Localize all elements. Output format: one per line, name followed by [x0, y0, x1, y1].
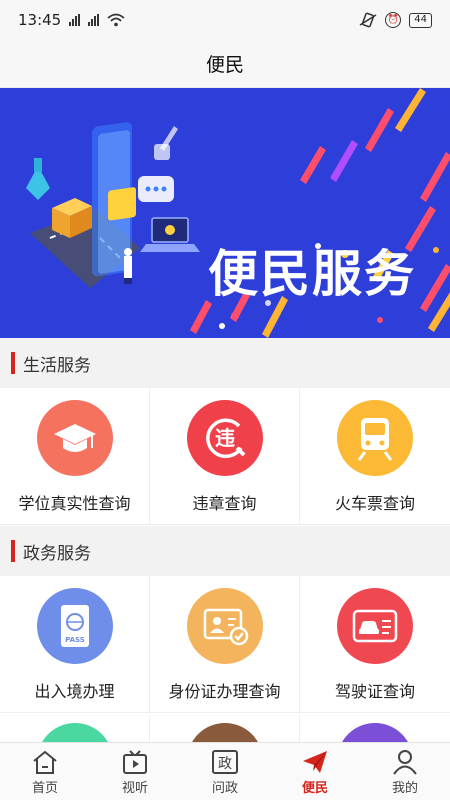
service-driver-license[interactable]: 驾驶证查询 [300, 576, 450, 713]
service-label: 学位真实性查询 [18, 494, 131, 513]
service-partial-2[interactable] [150, 715, 300, 745]
section-header-government: 政务服务 [0, 526, 450, 576]
status-time: 13:45 [18, 11, 62, 29]
service-train-ticket[interactable]: 火车票查询 [300, 388, 450, 525]
nav-label: 首页 [31, 780, 58, 796]
nav-media[interactable]: 视听 [90, 743, 180, 800]
wifi-icon [107, 13, 125, 27]
vibrate-icon [359, 12, 377, 28]
service-violation-query[interactable]: 违 违章查询 [150, 388, 300, 525]
service-label: 火车票查询 [334, 494, 415, 513]
service-label: 驾驶证查询 [334, 682, 415, 701]
service-id-card[interactable]: 身份证办理查询 [150, 576, 300, 713]
nav-label: 视听 [121, 780, 148, 796]
section-header-life: 生活服务 [0, 338, 450, 388]
service-label: 违章查询 [192, 494, 257, 513]
battery-icon: 44 [409, 12, 432, 28]
signal-icon [69, 14, 81, 26]
nav-convenience[interactable]: 便民 [270, 743, 360, 800]
nav-label: 问政 [211, 780, 238, 796]
government-services-grid: PASS 出入境办理 身份证办理查询 驾驶证查询 [0, 576, 450, 713]
app-header: 便民 [0, 40, 450, 88]
life-services-grid: 学位真实性查询 违 违章查询 火车票查询 [0, 388, 450, 525]
service-degree-verification[interactable]: 学位真实性查询 [0, 388, 150, 525]
service-exit-entry[interactable]: PASS 出入境办理 [0, 576, 150, 713]
section-accent-bar [11, 352, 15, 374]
service-partial-1[interactable] [0, 715, 150, 745]
services-next-row [0, 715, 450, 745]
service-partial-3[interactable] [300, 715, 450, 745]
nav-home[interactable]: 首页 [0, 743, 90, 800]
id-card-icon [186, 588, 263, 664]
home-icon [30, 749, 60, 775]
paper-plane-icon [300, 749, 330, 775]
train-icon [337, 400, 413, 476]
driver-license-icon [337, 588, 413, 664]
nav-politics[interactable]: 政 问政 [180, 743, 270, 800]
signal-icon-2 [88, 14, 100, 26]
section-title: 生活服务 [23, 355, 91, 376]
politics-glyph: 政 [218, 756, 232, 772]
banner[interactable]: 便民服务 [0, 88, 450, 338]
status-right: ⏰ 44 [359, 12, 432, 28]
nav-label: 便民 [301, 780, 328, 796]
banner-title: 便民服务 [208, 245, 416, 303]
tv-icon [120, 749, 150, 775]
page-title: 便民 [205, 54, 244, 76]
graduation-cap-icon [36, 400, 113, 476]
user-icon [390, 749, 420, 775]
section-accent-bar [11, 540, 15, 562]
service-label: 出入境办理 [34, 682, 115, 701]
nav-label: 我的 [391, 780, 418, 796]
politics-icon: 政 [210, 749, 240, 775]
service-label: 身份证办理查询 [168, 682, 281, 701]
status-bar: 13:45 ⏰ 44 [0, 0, 450, 40]
alarm-icon: ⏰ [385, 12, 402, 28]
section-title: 政务服务 [23, 543, 91, 564]
violation-icon: 违 [186, 400, 263, 476]
status-left: 13:45 [18, 11, 125, 29]
nav-profile[interactable]: 我的 [360, 743, 450, 800]
passport-icon: PASS [36, 588, 113, 664]
bottom-nav: 首页 视听 政 问政 便民 我的 [0, 742, 450, 800]
svg-text:PASS: PASS [65, 636, 85, 644]
svg-text:违: 违 [215, 426, 235, 450]
